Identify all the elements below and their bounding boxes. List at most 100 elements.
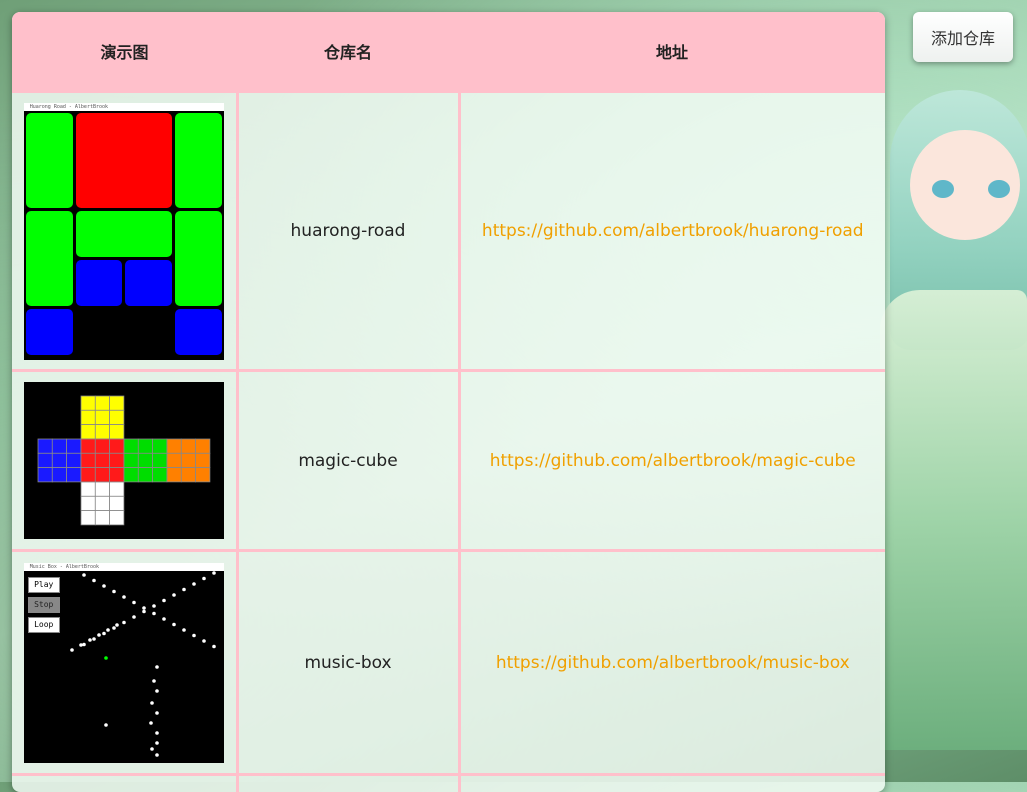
cube-sticker xyxy=(81,410,95,424)
note-dot xyxy=(155,741,159,745)
repo-link[interactable]: https://github.com/albertbrook/music-box xyxy=(496,653,850,673)
figure-hair xyxy=(890,90,1027,350)
background-anime-figure xyxy=(880,60,1027,782)
repo-link[interactable]: https://github.com/albertbrook/huarong-r… xyxy=(482,221,864,241)
note-dot xyxy=(182,628,186,632)
cube-sticker xyxy=(109,453,123,467)
repo-table: 演示图 仓库名 地址 Huarong Road - AlbertBrook xyxy=(12,12,885,792)
huarong-board xyxy=(24,111,224,360)
cube-sticker xyxy=(167,439,181,453)
cube-sticker xyxy=(95,511,109,525)
note-dot xyxy=(106,628,110,632)
cube-sticker xyxy=(95,453,109,467)
note-dot xyxy=(102,631,106,635)
note-dot xyxy=(192,633,196,637)
cube-sticker xyxy=(52,453,66,467)
cube-sticker xyxy=(66,468,80,482)
window-title: Huarong Road - AlbertBrook xyxy=(30,103,108,111)
add-repo-button[interactable]: 添加仓库 xyxy=(913,12,1013,62)
cube-sticker xyxy=(167,468,181,482)
cube-sticker xyxy=(152,439,166,453)
note-dot xyxy=(104,723,108,727)
note-dot xyxy=(92,637,96,641)
cube-sticker xyxy=(95,410,109,424)
note-dot xyxy=(97,633,101,637)
repo-name-cell: music-box xyxy=(237,551,459,775)
note-dot xyxy=(172,622,176,626)
cube-sticker xyxy=(38,439,52,453)
cube-sticker xyxy=(95,425,109,439)
cube-sticker xyxy=(152,468,166,482)
demo-image-huarong-road: Huarong Road - AlbertBrook xyxy=(24,103,224,360)
cube-sticker xyxy=(38,453,52,467)
cube-sticker xyxy=(109,482,123,496)
block-blue xyxy=(26,309,73,355)
cube-sticker xyxy=(109,468,123,482)
cube-sticker xyxy=(109,511,123,525)
note-dot xyxy=(150,701,154,705)
cube-sticker xyxy=(95,496,109,510)
note-dot xyxy=(182,587,186,591)
cube-sticker xyxy=(181,453,195,467)
note-dot xyxy=(155,689,159,693)
demo-image-magic-cube xyxy=(24,382,224,539)
repo-name-cell xyxy=(237,775,459,792)
cube-sticker xyxy=(81,439,95,453)
cube-sticker xyxy=(66,439,80,453)
table-row: Huarong Road - AlbertBrook xyxy=(12,92,885,371)
cube-sticker xyxy=(81,496,95,510)
repo-name-cell: magic-cube xyxy=(237,371,459,551)
cube-sticker xyxy=(109,396,123,410)
repo-name-cell: huarong-road xyxy=(237,92,459,371)
repo-url-cell xyxy=(459,775,885,792)
note-dot xyxy=(152,679,156,683)
note-dot xyxy=(132,615,136,619)
figure-eye xyxy=(988,180,1010,198)
music-dots xyxy=(24,563,224,763)
note-dot xyxy=(155,753,159,757)
cube-sticker xyxy=(109,496,123,510)
note-dot xyxy=(155,665,159,669)
block-green xyxy=(175,113,222,208)
note-dot xyxy=(162,617,166,621)
demo-image-cell xyxy=(12,775,237,792)
repo-link[interactable]: https://github.com/albertbrook/magic-cub… xyxy=(490,451,856,471)
note-dot xyxy=(202,639,206,643)
cube-sticker xyxy=(81,468,95,482)
cube-sticker xyxy=(95,468,109,482)
cube-sticker xyxy=(81,425,95,439)
repo-table-card: 演示图 仓库名 地址 Huarong Road - AlbertBrook xyxy=(12,12,885,792)
cube-net xyxy=(24,382,224,539)
repo-url-cell: https://github.com/albertbrook/huarong-r… xyxy=(459,92,885,371)
demo-image-cell xyxy=(12,371,237,551)
cube-sticker xyxy=(81,396,95,410)
block-green xyxy=(26,113,73,208)
block-blue xyxy=(175,309,222,355)
table-row xyxy=(12,775,885,792)
note-dot xyxy=(212,644,216,648)
cube-sticker xyxy=(95,396,109,410)
note-dot xyxy=(155,711,159,715)
cube-sticker xyxy=(138,453,152,467)
note-dot xyxy=(202,576,206,580)
cube-sticker xyxy=(124,439,138,453)
cube-sticker xyxy=(181,468,195,482)
cube-sticker xyxy=(138,439,152,453)
cube-sticker xyxy=(195,468,209,482)
cube-sticker xyxy=(109,410,123,424)
note-dot xyxy=(70,648,74,652)
demo-image-music-box: Music Box - AlbertBrook Play Stop Loop xyxy=(24,563,224,763)
note-dot xyxy=(172,593,176,597)
note-dot xyxy=(132,600,136,604)
figure-dress xyxy=(880,290,1027,750)
block-green xyxy=(26,211,73,306)
note-dot xyxy=(212,571,216,575)
note-dot xyxy=(142,609,146,613)
note-dot xyxy=(122,595,126,599)
note-dot xyxy=(122,620,126,624)
cube-sticker xyxy=(124,453,138,467)
note-dot xyxy=(155,731,159,735)
repo-url-cell: https://github.com/albertbrook/magic-cub… xyxy=(459,371,885,551)
repo-url-cell: https://github.com/albertbrook/music-box xyxy=(459,551,885,775)
cube-sticker xyxy=(38,468,52,482)
